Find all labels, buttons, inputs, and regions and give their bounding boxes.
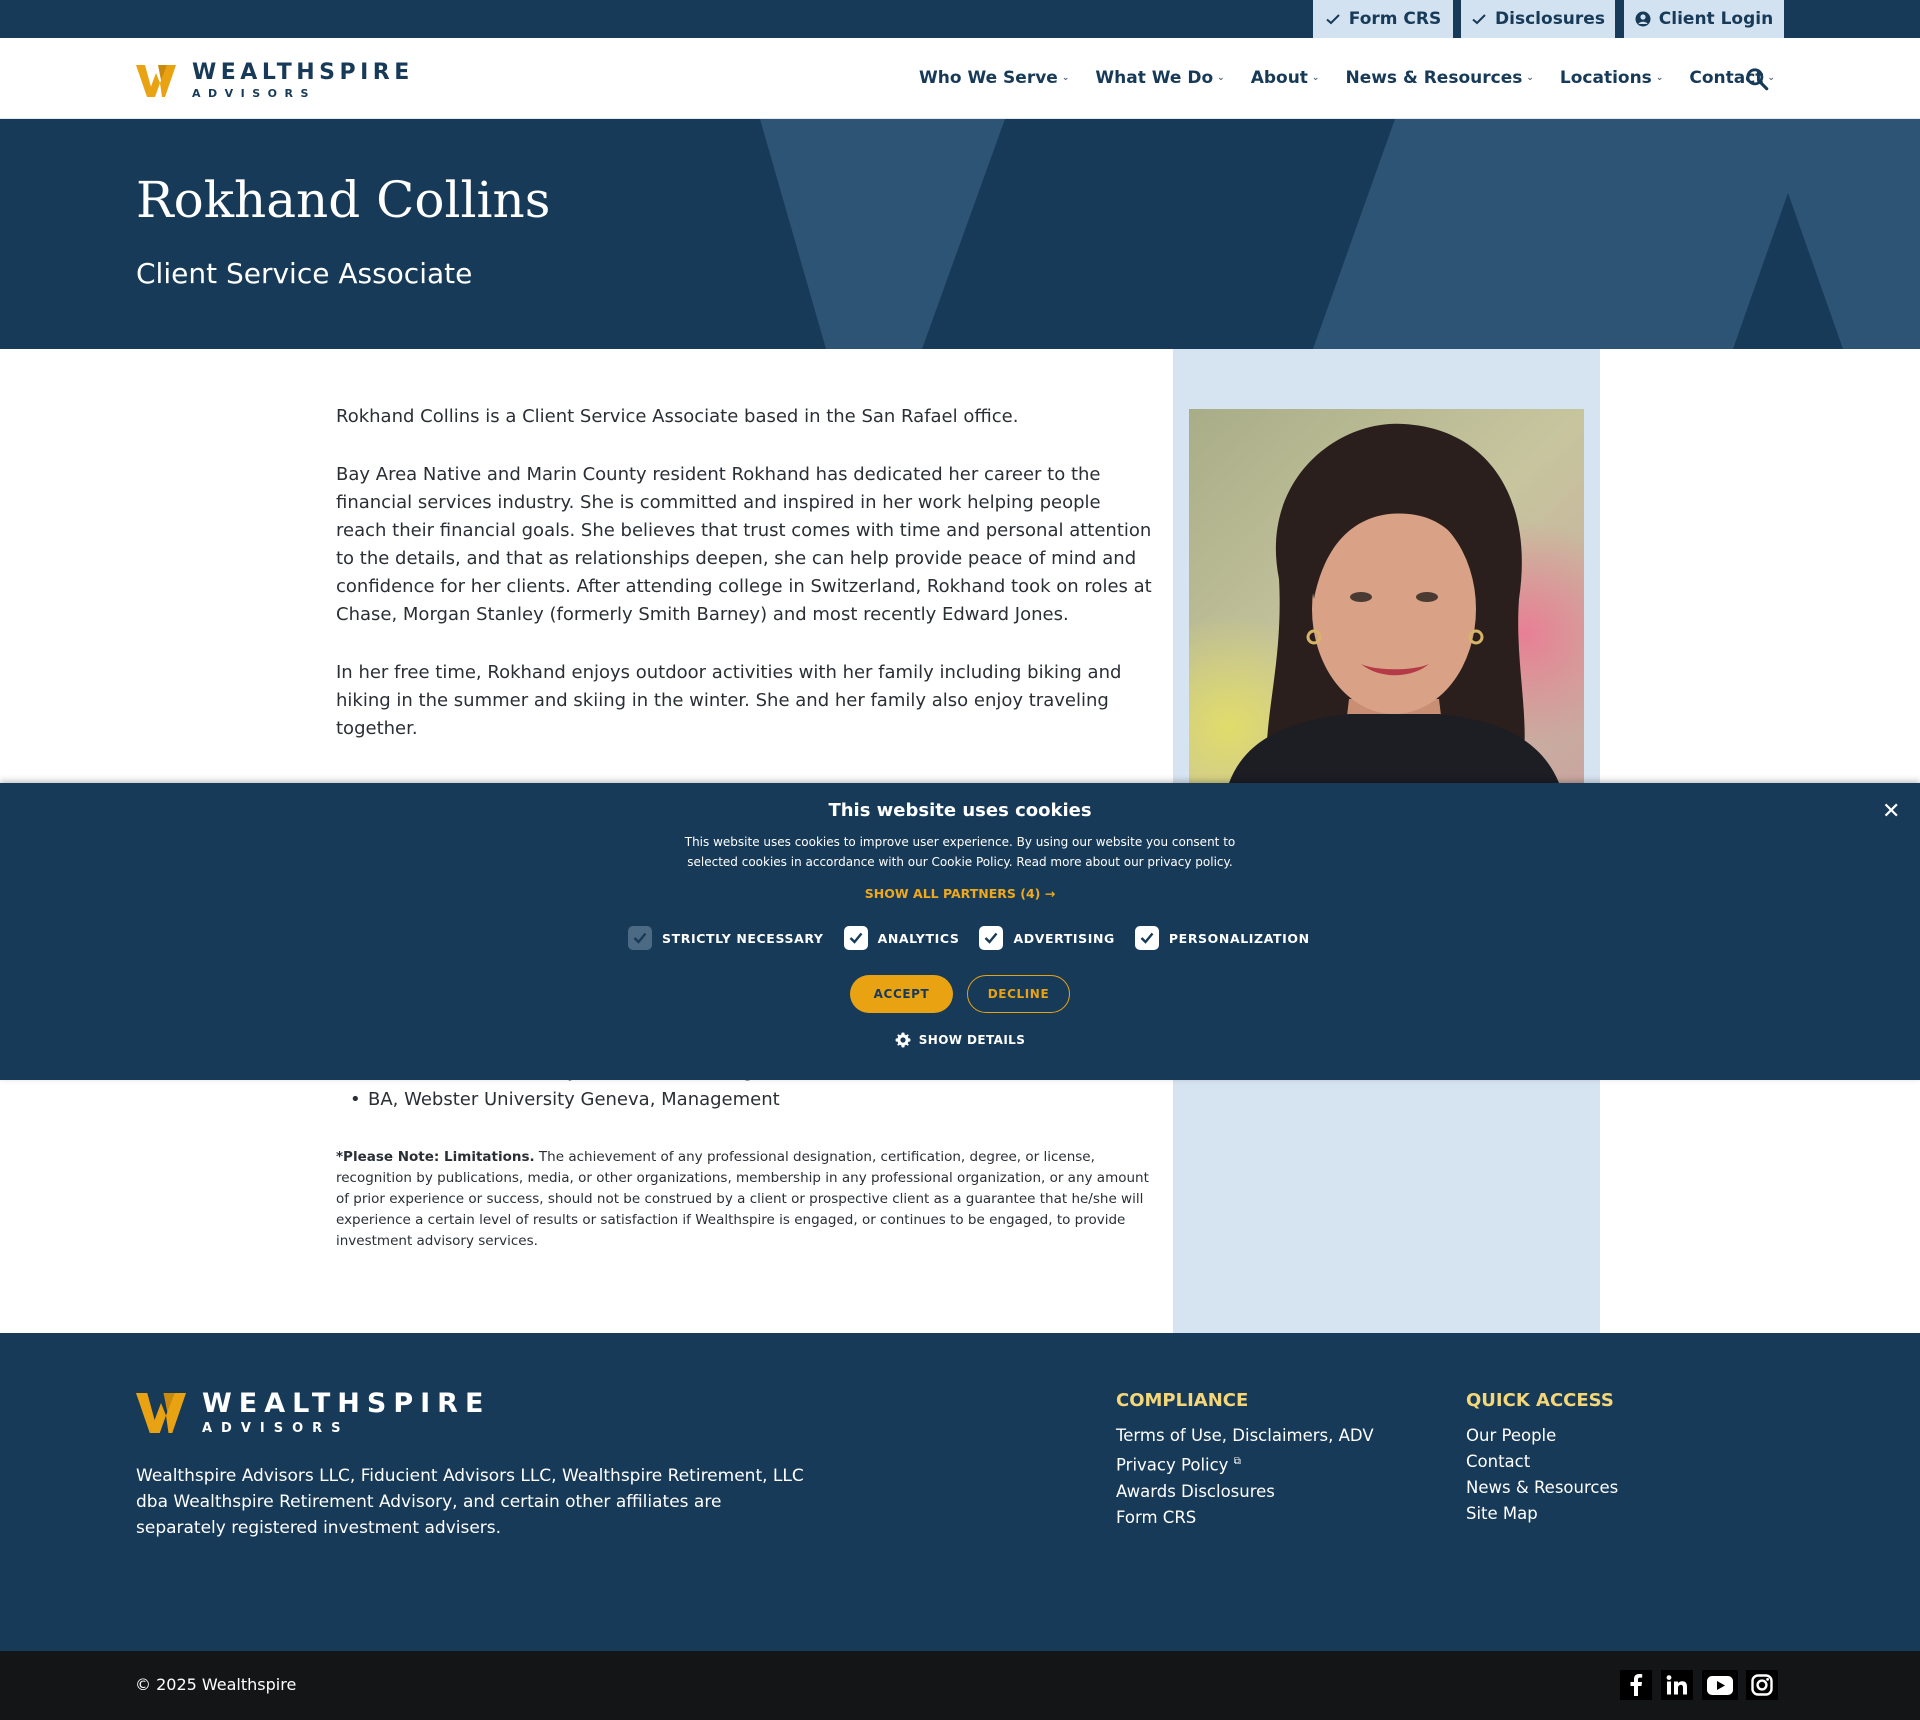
logo-subtitle: ADVISORS (202, 1421, 350, 1436)
nav-locations[interactable]: Locations ⌄ (1560, 68, 1663, 88)
show-partners-link[interactable]: SHOW ALL PARTNERS (4) → (0, 886, 1920, 901)
chevron-down-icon: ⌄ (1217, 73, 1225, 83)
bio-paragraph: Rokhand Collins is a Client Service Asso… (336, 406, 1019, 427)
cookie-option-analytics[interactable]: ANALYTICS (843, 926, 960, 950)
education-item: BA, Webster University Geneva, Managemen… (336, 1086, 780, 1114)
facebook-icon[interactable] (1620, 1670, 1652, 1700)
header-logo[interactable]: WEALTHSPIRE ADVISORS (136, 62, 414, 99)
decline-cookies-button[interactable]: DECLINE (967, 975, 1070, 1013)
profile-hero: Rokhand Collins Client Service Associate (0, 119, 1920, 349)
cookie-option-strictly-necessary[interactable]: STRICTLY NECESSARY (628, 926, 824, 950)
bio-paragraph: In her free time, Rokhand enjoys outdoor… (336, 662, 1122, 739)
check-icon (1326, 14, 1340, 25)
footer-heading: QUICK ACCESS (1466, 1390, 1614, 1411)
footer-link-contact[interactable]: Contact (1466, 1449, 1618, 1475)
disclosures-label: Disclosures (1495, 9, 1605, 29)
footer-link-terms[interactable]: Terms of Use, Disclaimers, ADV (1116, 1423, 1374, 1449)
cookie-option-label: ADVERTISING (1013, 930, 1115, 946)
youtube-icon[interactable] (1702, 1670, 1738, 1700)
user-circle-icon (1635, 11, 1651, 27)
limitations-note: *Please Note: Limitations. The achieveme… (336, 1147, 1156, 1252)
nav-label: What We Do (1095, 68, 1214, 88)
person-title: Client Service Associate (136, 257, 473, 290)
nav-who-we-serve[interactable]: Who We Serve ⌄ (919, 68, 1069, 88)
checkbox-checked-icon (979, 926, 1004, 950)
show-details-label: SHOW DETAILS (918, 1033, 1026, 1047)
hero-decorative-shapes (760, 119, 1920, 349)
cookie-option-personalization[interactable]: PERSONALIZATION (1134, 926, 1310, 950)
nav-label: Who We Serve (919, 68, 1058, 88)
show-details-button[interactable]: SHOW DETAILS (0, 1032, 1920, 1048)
copyright: © 2025 Wealthspire (135, 1675, 297, 1694)
cookie-option-label: ANALYTICS (877, 930, 960, 946)
nav-label: News & Resources (1345, 68, 1523, 88)
profile-photo (1189, 409, 1584, 783)
footer-logo[interactable]: WEALTHSPIRE ADVISORS (136, 1390, 490, 1435)
main-nav: Who We Serve ⌄ What We Do ⌄ About ⌄ News & … (919, 68, 1801, 88)
footer-link-label: Privacy Policy (1116, 1455, 1229, 1475)
chevron-down-icon: ⌄ (1061, 73, 1070, 83)
cookie-options: STRICTLY NECESSARY ANALYTICS ADVERTISING… (628, 926, 1330, 950)
footer-compliance: COMPLIANCE Terms of Use, Disclaimers, AD… (1116, 1390, 1374, 1531)
nav-news-resources[interactable]: News & Resources ⌄ (1345, 68, 1533, 88)
bio-paragraph: Bay Area Native and Marin County residen… (336, 464, 1152, 625)
profile-bio: Rokhand Collins is a Client Service Asso… (336, 403, 1156, 773)
wealthspire-logo-mark (136, 1392, 186, 1433)
footer-quick-access: QUICK ACCESS Our People Contact News & R… (1466, 1390, 1618, 1527)
cookie-title: This website uses cookies (828, 800, 1092, 821)
checkbox-checked-icon (628, 926, 652, 950)
external-link-icon: ⧉ (1233, 1456, 1241, 1467)
search-icon[interactable] (1744, 66, 1770, 92)
nav-about[interactable]: About ⌄ (1251, 68, 1320, 88)
client-login-button[interactable]: Client Login (1624, 0, 1784, 38)
check-icon (1472, 14, 1486, 25)
person-name: Rokhand Collins (136, 171, 551, 229)
footer-link-news[interactable]: News & Resources (1466, 1475, 1618, 1501)
linkedin-icon[interactable] (1661, 1670, 1693, 1700)
chevron-down-icon: ⌄ (1311, 73, 1320, 83)
footer-link-our-people[interactable]: Our People (1466, 1423, 1618, 1449)
logo-wordmark: WEALTHSPIRE (202, 1388, 491, 1419)
logo-wordmark: WEALTHSPIRE (192, 60, 414, 85)
chevron-down-icon: ⌄ (1655, 73, 1664, 83)
cookie-option-advertising[interactable]: ADVERTISING (979, 926, 1114, 950)
nav-label: About (1250, 68, 1308, 88)
footer-link-privacy[interactable]: Privacy Policy ⧉ (1116, 1449, 1374, 1479)
footer-heading: COMPLIANCE (1116, 1390, 1249, 1411)
gear-icon (895, 1032, 911, 1048)
nav-label: Locations (1559, 68, 1652, 88)
form-crs-button[interactable]: Form CRS (1313, 0, 1453, 38)
cookie-description: This website uses cookies to improve use… (684, 835, 1236, 869)
footer-description: Wealthspire Advisors LLC, Fiducient Advi… (136, 1466, 804, 1538)
footer-link-site-map[interactable]: Site Map (1466, 1501, 1618, 1527)
accept-cookies-button[interactable]: ACCEPT (850, 975, 953, 1013)
wealthspire-logo-mark (136, 64, 176, 97)
checkbox-checked-icon (843, 926, 868, 950)
site-footer: WEALTHSPIRE ADVISORS Wealthspire Advisor… (0, 1333, 1920, 1651)
disclosures-button[interactable]: Disclosures (1461, 0, 1615, 38)
form-crs-label: Form CRS (1348, 9, 1442, 29)
footer-link-form-crs[interactable]: Form CRS (1116, 1505, 1374, 1531)
site-header: WEALTHSPIRE ADVISORS Who We Serve ⌄ What … (0, 38, 1920, 119)
checkbox-checked-icon (1134, 926, 1159, 950)
chevron-down-icon: ⌄ (1526, 73, 1534, 83)
utility-bar: Form CRS Disclosures Client Login (0, 0, 1920, 38)
footer-bottom-bar: © 2025 Wealthspire (0, 1651, 1920, 1720)
logo-subtitle: ADVISORS (192, 87, 316, 100)
footer-link-awards[interactable]: Awards Disclosures (1116, 1479, 1374, 1505)
cookie-option-label: PERSONALIZATION (1168, 930, 1310, 946)
cookie-option-label: STRICTLY NECESSARY (662, 930, 824, 946)
nav-what-we-do[interactable]: What We Do ⌄ (1095, 68, 1224, 88)
instagram-icon[interactable] (1746, 1670, 1778, 1700)
client-login-label: Client Login (1658, 9, 1774, 29)
note-label: *Please Note: Limitations. (336, 1149, 535, 1165)
cookie-consent-banner: ✕ This website uses cookies This website… (0, 783, 1920, 1080)
